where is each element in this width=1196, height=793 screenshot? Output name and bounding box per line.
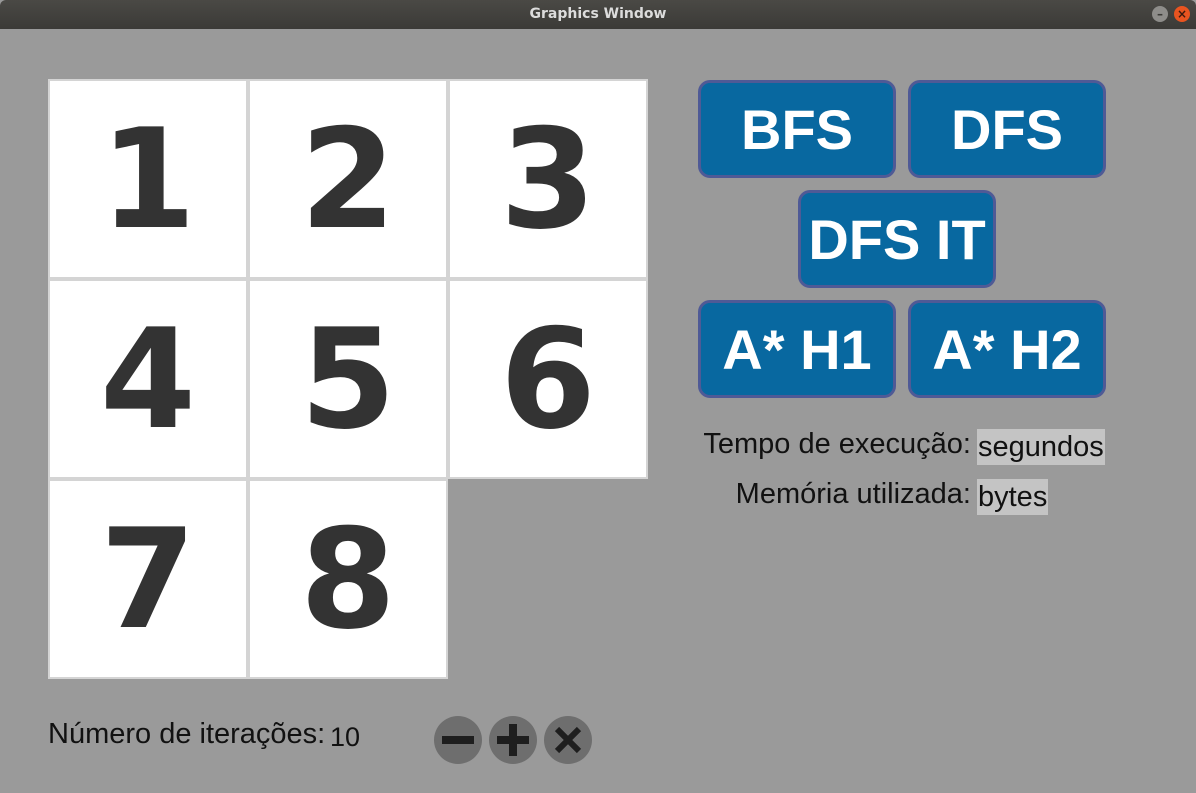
- memory-label: Memória utilizada:: [735, 478, 971, 510]
- tile-2[interactable]: 2: [248, 79, 448, 279]
- dfs-it-button[interactable]: DFS IT: [798, 190, 996, 288]
- tile-8[interactable]: 8: [248, 479, 448, 679]
- reset-button[interactable]: [544, 716, 592, 764]
- iterations-label: Número de iterações:: [48, 718, 326, 750]
- increment-button[interactable]: [489, 716, 537, 764]
- close-x-icon: [554, 726, 582, 754]
- puzzle-board: 1 2 3 4 5 6 7 8: [48, 79, 648, 679]
- tile-4[interactable]: 4: [48, 279, 248, 479]
- tile-5[interactable]: 5: [248, 279, 448, 479]
- astar-h1-button[interactable]: A* H1: [698, 300, 896, 398]
- minimize-icon[interactable]: –: [1152, 6, 1168, 22]
- minus-icon: [442, 736, 474, 744]
- iterations-value: 10: [330, 722, 361, 752]
- window-title: Graphics Window: [529, 6, 667, 22]
- close-icon[interactable]: ×: [1174, 6, 1190, 22]
- plus-icon: [497, 724, 529, 756]
- decrement-button[interactable]: [434, 716, 482, 764]
- time-value: segundos: [977, 429, 1105, 465]
- astar-h2-button[interactable]: A* H2: [908, 300, 1106, 398]
- tile-6[interactable]: 6: [448, 279, 648, 479]
- window-controls: – ×: [1152, 6, 1190, 22]
- memory-value: bytes: [977, 479, 1049, 515]
- title-bar: Graphics Window – ×: [0, 0, 1196, 29]
- dfs-button[interactable]: DFS: [908, 80, 1106, 178]
- bfs-button[interactable]: BFS: [698, 80, 896, 178]
- tile-3[interactable]: 3: [448, 79, 648, 279]
- time-label: Tempo de execução:: [703, 428, 971, 460]
- graphics-window: Graphics Window – × 1 2 3 4 5 6 7 8 BFS …: [0, 0, 1196, 793]
- tile-7[interactable]: 7: [48, 479, 248, 679]
- tile-1[interactable]: 1: [48, 79, 248, 279]
